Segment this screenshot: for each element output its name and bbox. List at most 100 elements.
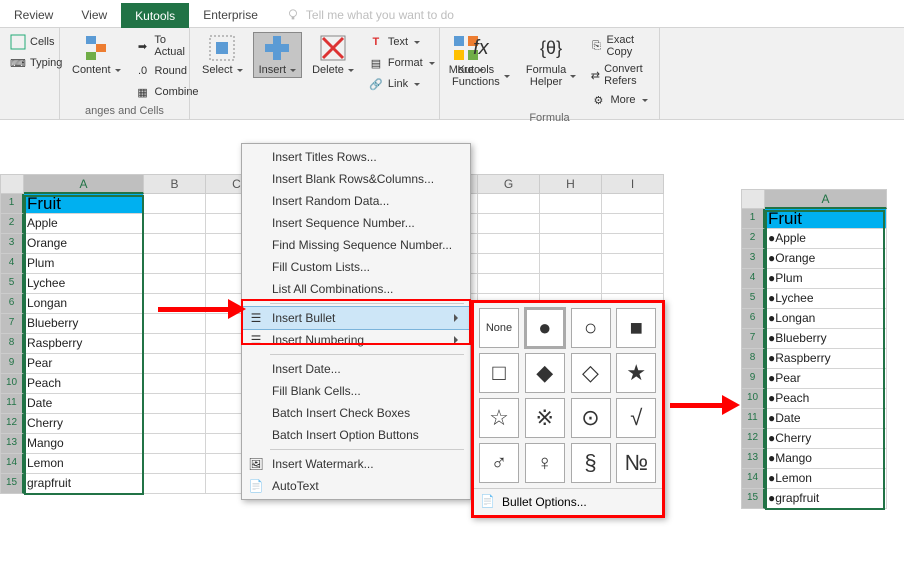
data-cell[interactable]: Apple xyxy=(24,214,144,234)
data-cell[interactable]: ●Lychee xyxy=(765,289,887,309)
bullet-female-sign[interactable]: ♀ xyxy=(525,443,565,483)
row-header[interactable]: 2 xyxy=(0,214,24,234)
data-cell[interactable]: Lemon xyxy=(24,454,144,474)
data-cell[interactable]: ●grapfruit xyxy=(765,489,887,509)
row-header[interactable]: 7 xyxy=(0,314,24,334)
col-header-a[interactable]: A xyxy=(24,174,144,194)
empty-cell[interactable] xyxy=(478,234,540,254)
bullet-none[interactable]: None xyxy=(479,308,519,348)
empty-cell[interactable] xyxy=(144,474,206,494)
empty-cell[interactable] xyxy=(144,414,206,434)
data-cell[interactable]: Longan xyxy=(24,294,144,314)
data-cell[interactable]: Orange xyxy=(24,234,144,254)
empty-cell[interactable] xyxy=(478,194,540,214)
row-header[interactable]: 11 xyxy=(0,394,24,414)
select-all-corner[interactable] xyxy=(0,174,24,194)
tab-kutools[interactable]: Kutools xyxy=(121,3,189,28)
empty-cell[interactable] xyxy=(144,234,206,254)
menu-insert-bullet[interactable]: ☰Insert Bullet xyxy=(242,307,470,329)
data-cell[interactable]: Mango xyxy=(24,434,144,454)
exact-copy-button[interactable]: ⎘Exact Copy xyxy=(586,32,653,60)
bullet-reference-mark[interactable]: ※ xyxy=(525,398,565,438)
empty-cell[interactable] xyxy=(144,214,206,234)
menu-insert-sequence-number[interactable]: Insert Sequence Number... xyxy=(242,212,470,234)
format-button[interactable]: ▤Format xyxy=(364,53,439,73)
bullet-solid-star[interactable]: ★ xyxy=(616,353,656,393)
bullet-hollow-square[interactable]: □ xyxy=(479,353,519,393)
row-header[interactable]: 14 xyxy=(741,469,765,489)
empty-cell[interactable] xyxy=(540,234,602,254)
menu-find-missing-sequence[interactable]: Find Missing Sequence Number... xyxy=(242,234,470,256)
tab-enterprise[interactable]: Enterprise xyxy=(189,2,272,28)
row-header[interactable]: 15 xyxy=(0,474,24,494)
row-header[interactable]: 9 xyxy=(0,354,24,374)
empty-cell[interactable] xyxy=(602,214,664,234)
data-cell[interactable]: Lychee xyxy=(24,274,144,294)
empty-cell[interactable] xyxy=(144,334,206,354)
empty-cell[interactable] xyxy=(602,234,664,254)
empty-cell[interactable] xyxy=(478,254,540,274)
bullet-circled-dot[interactable]: ⊙ xyxy=(571,398,611,438)
delete-button[interactable]: Delete xyxy=(306,32,360,78)
row-header[interactable]: 10 xyxy=(741,389,765,409)
content-button[interactable]: Content xyxy=(66,32,127,78)
row-header[interactable]: 1 xyxy=(741,209,765,229)
data-cell[interactable]: ●Mango xyxy=(765,449,887,469)
row-header[interactable]: 4 xyxy=(741,269,765,289)
menu-insert-numbering[interactable]: ☰Insert Numbering xyxy=(242,329,470,351)
menu-insert-date[interactable]: Insert Date... xyxy=(242,358,470,380)
data-cell[interactable]: Blueberry xyxy=(24,314,144,334)
row-header[interactable]: 3 xyxy=(0,234,24,254)
menu-autotext[interactable]: 📄AutoText xyxy=(242,475,470,497)
row-header[interactable]: 5 xyxy=(741,289,765,309)
data-cell[interactable]: ●Apple xyxy=(765,229,887,249)
kutools-functions-button[interactable]: fxKutools Functions xyxy=(446,32,516,90)
row-header[interactable]: 4 xyxy=(0,254,24,274)
data-cell[interactable]: Date xyxy=(24,394,144,414)
cells-button[interactable]: Cells xyxy=(6,32,66,52)
row-header[interactable]: 8 xyxy=(0,334,24,354)
tab-review[interactable]: Review xyxy=(0,2,67,28)
more-formula-button[interactable]: ⚙More xyxy=(586,90,653,110)
data-cell[interactable]: ●Longan xyxy=(765,309,887,329)
row-header[interactable]: 3 xyxy=(741,249,765,269)
empty-cell[interactable] xyxy=(144,394,206,414)
row-header[interactable]: 13 xyxy=(0,434,24,454)
empty-cell[interactable] xyxy=(540,254,602,274)
row-header[interactable]: 2 xyxy=(741,229,765,249)
data-cell[interactable]: ●Blueberry xyxy=(765,329,887,349)
row-header[interactable]: 13 xyxy=(741,449,765,469)
row-header[interactable]: 12 xyxy=(0,414,24,434)
row-header[interactable]: 8 xyxy=(741,349,765,369)
data-cell[interactable]: ●Pear xyxy=(765,369,887,389)
text-button[interactable]: TText xyxy=(364,32,439,52)
select-all-corner[interactable] xyxy=(741,189,765,209)
menu-insert-blank-rows[interactable]: Insert Blank Rows&Columns... xyxy=(242,168,470,190)
menu-insert-watermark[interactable]: 🖼Insert Watermark... xyxy=(242,453,470,475)
row-header[interactable]: 7 xyxy=(741,329,765,349)
row-header[interactable]: 5 xyxy=(0,274,24,294)
empty-cell[interactable] xyxy=(144,354,206,374)
col-header-h[interactable]: H xyxy=(540,174,602,194)
row-header[interactable]: 12 xyxy=(741,429,765,449)
row-header[interactable]: 9 xyxy=(741,369,765,389)
data-cell[interactable]: ●Cherry xyxy=(765,429,887,449)
empty-cell[interactable] xyxy=(478,274,540,294)
menu-batch-insert-option-buttons[interactable]: Batch Insert Option Buttons xyxy=(242,424,470,446)
bullet-check-root[interactable]: √ xyxy=(616,398,656,438)
data-cell[interactable]: ●Lemon xyxy=(765,469,887,489)
empty-cell[interactable] xyxy=(602,274,664,294)
empty-cell[interactable] xyxy=(144,374,206,394)
data-cell[interactable]: grapfruit xyxy=(24,474,144,494)
bullet-hollow-diamond[interactable]: ◇ xyxy=(571,353,611,393)
col-header-a[interactable]: A xyxy=(765,189,887,209)
header-cell[interactable]: Fruit xyxy=(765,209,887,229)
tab-view[interactable]: View xyxy=(67,2,121,28)
col-header-g[interactable]: G xyxy=(478,174,540,194)
empty-cell[interactable] xyxy=(540,214,602,234)
menu-insert-titles-rows[interactable]: Insert Titles Rows... xyxy=(242,146,470,168)
row-header[interactable]: 15 xyxy=(741,489,765,509)
row-header[interactable]: 6 xyxy=(741,309,765,329)
empty-cell[interactable] xyxy=(144,194,206,214)
row-header[interactable]: 10 xyxy=(0,374,24,394)
